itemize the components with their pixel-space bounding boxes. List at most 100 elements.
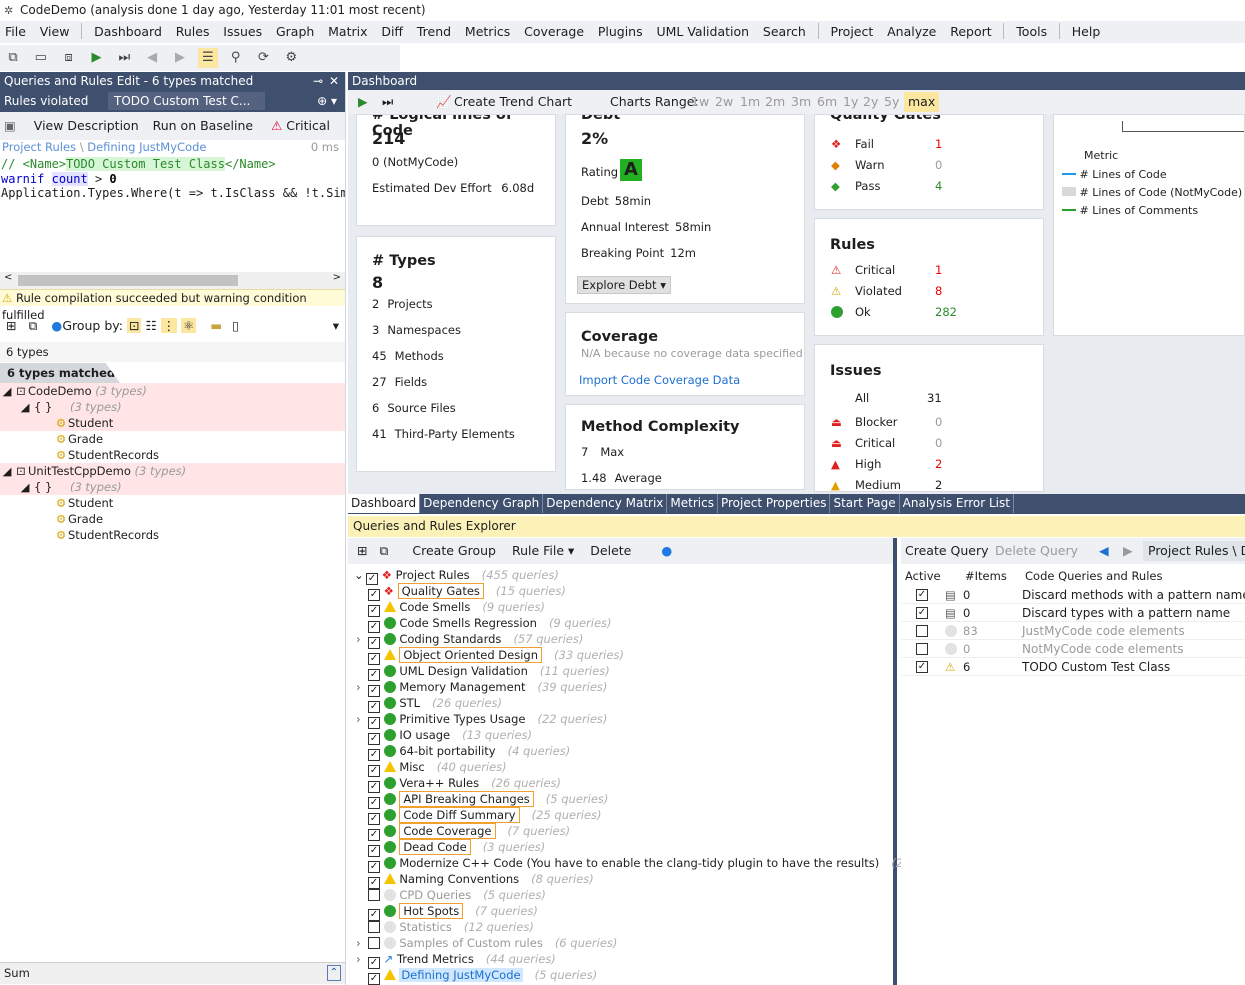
query-row[interactable]: ✓ ▤ 0 Discard methods with a pattern name bbox=[901, 586, 1245, 604]
compare-icon[interactable]: ⧈ bbox=[59, 48, 79, 68]
menu-analyze[interactable]: Analyze bbox=[882, 21, 941, 40]
query-group-row[interactable]: ✓ Defining JustMyCode (5 queries) bbox=[368, 967, 597, 985]
query-group-row[interactable]: ✓ 64-bit portability (4 queries) bbox=[368, 743, 570, 761]
tab-project-properties[interactable]: Project Properties bbox=[718, 494, 831, 513]
tree-row-project[interactable]: ◢ ⊡ CodeDemo (3 types) bbox=[0, 383, 345, 399]
query-group-row[interactable]: ✓ API Breaking Changes (5 queries) bbox=[368, 791, 608, 809]
query-group-row[interactable]: CPD Queries (5 queries) bbox=[368, 887, 546, 903]
tree-row-type[interactable]: ⚙ Student bbox=[0, 415, 345, 431]
tree-row-namespace[interactable]: ◢{ } (3 types) bbox=[0, 479, 345, 495]
run-icon[interactable]: ▶ bbox=[358, 90, 368, 114]
group-checkbox[interactable]: ✓ bbox=[368, 973, 380, 985]
query-breadcrumb[interactable]: Project Rules \ Defi bbox=[1143, 541, 1245, 561]
menu-tools[interactable]: Tools bbox=[1011, 21, 1052, 40]
group-member-icon[interactable]: ⚛ bbox=[181, 318, 197, 333]
menu-issues[interactable]: Issues bbox=[218, 21, 267, 40]
query-group-row[interactable]: ✓ STL (26 queries) bbox=[368, 695, 502, 713]
range-6m[interactable]: 6m bbox=[817, 90, 837, 114]
collapse-arrow-icon[interactable]: ⌄ bbox=[354, 567, 366, 583]
expand-arrow-icon[interactable]: › bbox=[356, 951, 368, 967]
active-checkbox[interactable] bbox=[916, 625, 928, 637]
tab-dependency-graph[interactable]: Dependency Graph bbox=[420, 494, 544, 513]
query-group-row[interactable]: ✓ Modernize C++ Code (You have to enable… bbox=[368, 855, 961, 873]
menu-graph[interactable]: Graph bbox=[271, 21, 319, 40]
range-2m[interactable]: 2m bbox=[765, 90, 785, 114]
run-baseline-icon[interactable]: ⏭ bbox=[114, 48, 134, 68]
group-project-icon[interactable]: ⊡ bbox=[126, 318, 142, 333]
open-project-icon[interactable]: ▭ bbox=[31, 48, 51, 68]
horizontal-scrollbar[interactable]: < > bbox=[0, 272, 345, 289]
breadcrumb-defining-jmc[interactable]: Defining JustMyCode bbox=[87, 140, 206, 154]
group-checkbox[interactable] bbox=[368, 937, 380, 949]
query-group-row[interactable]: ✓ IO usage (13 queries) bbox=[368, 727, 532, 745]
menu-coverage[interactable]: Coverage bbox=[519, 21, 589, 40]
menu-file[interactable]: File bbox=[0, 21, 31, 40]
menu-dashboard[interactable]: Dashboard bbox=[89, 21, 167, 40]
tree-row-namespace[interactable]: ◢{ } (3 types) bbox=[0, 399, 345, 415]
tree-row-project[interactable]: ◢ ⊡ UnitTestCppDemo (3 types) bbox=[0, 463, 345, 479]
menu-view[interactable]: View bbox=[35, 21, 75, 40]
query-group-row[interactable]: ✓ Vera++ Rules (26 queries) bbox=[368, 775, 561, 793]
create-trend-chart-button[interactable]: Create Trend Chart bbox=[454, 90, 572, 114]
delete-button[interactable]: Delete bbox=[590, 543, 631, 558]
menu-report[interactable]: Report bbox=[945, 21, 996, 40]
folder-icon[interactable]: ▬ bbox=[210, 318, 222, 333]
save-icon[interactable]: ▣ bbox=[4, 118, 16, 133]
query-group-row[interactable]: › ✓ Primitive Types Usage (22 queries) bbox=[356, 711, 607, 729]
query-group-row[interactable]: ✓ Dead Code (3 queries) bbox=[368, 839, 545, 857]
query-group-row[interactable]: ✓ UML Design Validation (11 queries) bbox=[368, 663, 610, 681]
tab-dependency-matrix[interactable]: Dependency Matrix bbox=[543, 494, 668, 513]
collapse-all-icon[interactable]: ⧉ bbox=[379, 543, 388, 558]
query-group-row[interactable]: ✓ Code Smells Regression (9 queries) bbox=[368, 615, 612, 633]
tab-metrics[interactable]: Metrics bbox=[667, 494, 718, 513]
query-options-icon[interactable]: ⊕ ▾ bbox=[317, 90, 337, 112]
menu-metrics[interactable]: Metrics bbox=[460, 21, 515, 40]
active-checkbox[interactable]: ✓ bbox=[916, 661, 928, 673]
run-on-baseline-button[interactable]: Run on Baseline bbox=[153, 118, 253, 133]
refresh-icon[interactable]: ⟳ bbox=[253, 48, 273, 68]
options-dropdown-icon[interactable]: ▾ bbox=[333, 314, 339, 338]
group-checkbox[interactable] bbox=[368, 921, 380, 933]
query-group-row[interactable]: ✓ Code Smells (9 queries) bbox=[368, 599, 545, 617]
back-icon[interactable]: ◀ bbox=[142, 48, 162, 68]
collapse-all-icon[interactable]: ⧉ bbox=[28, 318, 37, 333]
new-project-icon[interactable]: ⧉ bbox=[3, 48, 23, 68]
collapse-up-icon[interactable]: ⌃ bbox=[327, 965, 341, 981]
query-code-editor[interactable]: // <Name>TODO Custom Test Class</Name> w… bbox=[0, 157, 345, 272]
create-query-button[interactable]: Create Query bbox=[905, 538, 989, 564]
rules-violated-label[interactable]: Rules violated bbox=[4, 90, 88, 112]
tree-row-type[interactable]: ⚙ StudentRecords bbox=[0, 527, 345, 543]
query-group-row[interactable]: › ✓ Coding Standards (57 queries) bbox=[356, 631, 583, 649]
expand-all-icon[interactable]: ⊞ bbox=[6, 318, 16, 333]
run-analysis-icon[interactable]: ▶ bbox=[86, 48, 106, 68]
search-icon[interactable]: ⚲ bbox=[226, 48, 246, 68]
nav-forward-icon[interactable]: ▶ bbox=[1123, 538, 1133, 564]
file-icon[interactable]: ▯ bbox=[232, 318, 239, 333]
expand-arrow-icon[interactable]: › bbox=[356, 711, 368, 727]
import-coverage-link[interactable]: Import Code Coverage Data bbox=[579, 373, 740, 387]
query-group-row[interactable]: ✓ Object Oriented Design (33 queries) bbox=[368, 647, 624, 665]
expand-arrow-icon[interactable]: › bbox=[356, 679, 368, 695]
tree-row-type[interactable]: ⚙ Grade bbox=[0, 511, 345, 527]
tree-row-type[interactable]: ⚙ StudentRecords bbox=[0, 447, 345, 463]
tab-dashboard[interactable]: Dashboard bbox=[348, 494, 421, 513]
query-group-row[interactable]: Statistics (12 queries) bbox=[368, 919, 534, 935]
query-row[interactable]: ✓ ⚠ 6 TODO Custom Test Class bbox=[901, 658, 1245, 676]
critical-toggle[interactable]: Critical bbox=[286, 118, 330, 133]
forward-icon[interactable]: ▶ bbox=[170, 48, 190, 68]
query-group-row[interactable]: ✓ Naming Conventions (8 queries) bbox=[368, 871, 594, 889]
query-row[interactable]: 83 JustMyCode code elements bbox=[901, 622, 1245, 640]
query-group-row[interactable]: ✓ Misc (40 queries) bbox=[368, 759, 507, 777]
menu-search[interactable]: Search bbox=[758, 21, 811, 40]
gear-icon[interactable]: ⚙ bbox=[281, 48, 301, 68]
menu-project[interactable]: Project bbox=[826, 21, 879, 40]
query-group-row[interactable]: ⌄ ✓ ❖ Project Rules (455 queries) bbox=[354, 567, 559, 585]
group-type-icon[interactable]: ⋮ bbox=[160, 318, 178, 333]
expand-all-icon[interactable]: ⊞ bbox=[357, 543, 367, 558]
tab-analysis-error-list[interactable]: Analysis Error List bbox=[900, 494, 1014, 513]
tree-view-icon[interactable]: ☰ bbox=[197, 48, 218, 68]
explore-debt-button[interactable]: Explore Debt ▾ bbox=[577, 276, 671, 294]
active-checkbox[interactable]: ✓ bbox=[916, 607, 928, 619]
range-5y[interactable]: 5y bbox=[884, 90, 899, 114]
nav-back-icon[interactable]: ◀ bbox=[1099, 538, 1109, 564]
